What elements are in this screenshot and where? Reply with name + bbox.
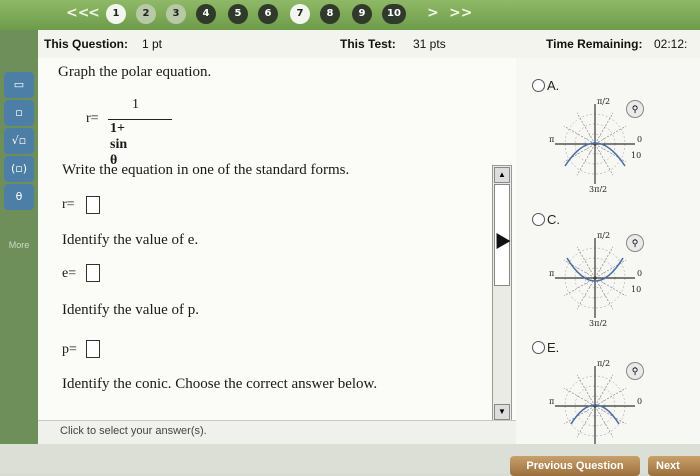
bottom-bar: Previous Question Next: [0, 444, 700, 476]
forward-button[interactable]: >: [427, 5, 439, 21]
back-all-button[interactable]: <<: [66, 5, 89, 21]
fraction-bar: [108, 119, 172, 120]
tick-tick_bottom: 3π/2: [589, 319, 607, 326]
this-question-label: This Question:: [44, 37, 128, 51]
question-scrollbar[interactable]: ▲ ▼: [492, 165, 512, 422]
question-number-6[interactable]: 6: [258, 4, 278, 24]
tick-tick_left: π: [549, 269, 554, 278]
question-number-3[interactable]: 3: [166, 4, 186, 24]
template-icon[interactable]: ▭: [4, 72, 34, 98]
tick-tick_top: π/2: [597, 231, 610, 240]
question-number-5[interactable]: 5: [228, 4, 248, 24]
question-nav-bar: << < 1 2 3 4 5 6 7 8 9 10 > >>: [0, 0, 700, 30]
step2-text: Identify the value of e.: [62, 232, 199, 248]
tick-tick_right: 0: [637, 269, 642, 278]
magnify-icon[interactable]: ⚲: [626, 100, 644, 118]
step3-text: Identify the value of p.: [62, 302, 200, 318]
tick-tick_right: 0: [637, 397, 642, 406]
this-test-label: This Test:: [340, 37, 396, 51]
fraction-icon[interactable]: ▫: [4, 100, 34, 126]
equation-lhs: r=: [86, 111, 99, 126]
next-question-button[interactable]: Next: [648, 456, 700, 476]
choice-a-radio[interactable]: A.: [532, 78, 559, 93]
choice-e-radio[interactable]: E.: [532, 340, 559, 355]
question-number-1[interactable]: 1: [106, 4, 126, 24]
choice-label: E.: [547, 340, 560, 355]
time-remaining-label: Time Remaining:: [546, 37, 643, 51]
this-question-value: 1 pt: [142, 37, 163, 51]
step1-text: Write the equation in one of the standar…: [62, 162, 350, 178]
question-prompt: Graph the polar equation.: [58, 64, 212, 80]
step4-text: Identify the conic. Choose the correct a…: [62, 376, 378, 392]
more-button[interactable]: More: [2, 240, 36, 250]
step3-lhs: p=: [62, 342, 77, 357]
tick-tick_left: π: [549, 397, 554, 406]
tick-extra: 10: [631, 285, 641, 294]
equation-numerator: 1: [132, 97, 139, 112]
scroll-up-icon[interactable]: ▲: [494, 167, 510, 183]
footer-hint-bar: Click to select your answer(s).: [38, 420, 516, 445]
this-test-value: 31 pts: [413, 37, 446, 51]
tick-tick_right: 0: [637, 135, 642, 144]
theta-icon[interactable]: θ: [4, 184, 34, 210]
choice-c-radio[interactable]: C.: [532, 212, 560, 227]
step1-lhs: r=: [62, 197, 75, 212]
forward-all-button[interactable]: >>: [449, 5, 472, 21]
step2-lhs: e=: [62, 266, 77, 281]
time-remaining-value: 02:12:: [654, 37, 688, 51]
tick-tick_left: π: [549, 135, 554, 144]
standard-form-input[interactable]: [86, 196, 100, 214]
radio-icon[interactable]: [532, 341, 545, 354]
choice-label: C.: [547, 212, 560, 227]
previous-question-button[interactable]: Previous Question: [510, 456, 640, 476]
magnify-icon[interactable]: ⚲: [626, 234, 644, 252]
tool-sidebar: ▭ ▫ √▫ (▫) θ More: [0, 30, 38, 473]
radio-icon[interactable]: [532, 213, 545, 226]
magnify-icon[interactable]: ⚲: [626, 362, 644, 380]
e-value-input[interactable]: [86, 264, 100, 282]
tick-extra: 10: [631, 151, 641, 160]
question-number-10[interactable]: 10: [382, 4, 406, 24]
radio-icon[interactable]: [532, 79, 545, 92]
score-header: This Question: 1 pt This Test: 31 pts Ti…: [38, 30, 700, 59]
question-number-2[interactable]: 2: [136, 4, 156, 24]
footer-hint-text: Click to select your answer(s).: [60, 425, 207, 437]
p-value-input[interactable]: [86, 340, 100, 358]
interval-icon[interactable]: (▫): [4, 156, 34, 182]
question-number-4[interactable]: 4: [196, 4, 216, 24]
question-number-8[interactable]: 8: [320, 4, 340, 24]
choice-label: A.: [547, 78, 560, 93]
tick-tick_top: π/2: [597, 97, 610, 106]
tick-tick_bottom: 3π/2: [589, 185, 607, 192]
question-number-7[interactable]: 7: [290, 4, 310, 24]
tick-tick_top: π/2: [597, 359, 610, 368]
question-number-9[interactable]: 9: [352, 4, 372, 24]
back-button[interactable]: <: [88, 5, 100, 21]
scroll-down-icon[interactable]: ▼: [494, 404, 510, 420]
sqrt-icon[interactable]: √▫: [4, 128, 34, 154]
